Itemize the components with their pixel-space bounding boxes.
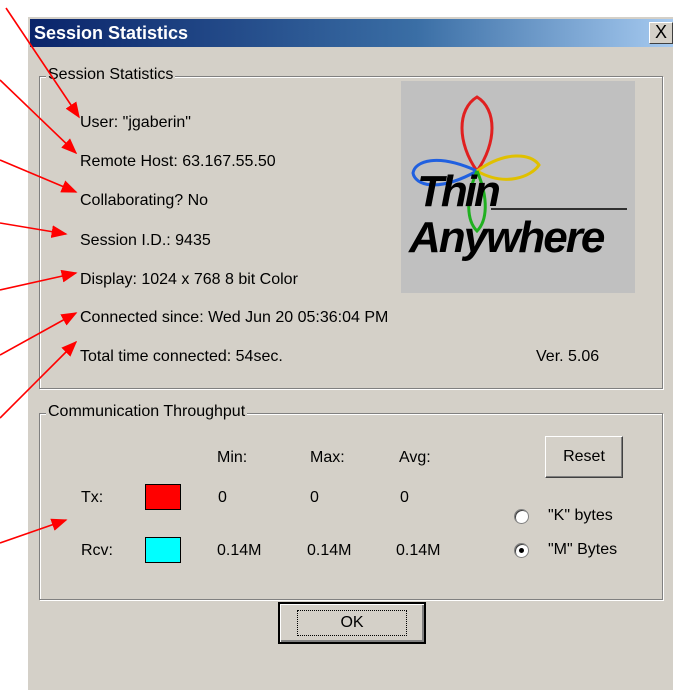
rcv-label: Rcv:: [81, 542, 113, 559]
display-text: Display: 1024 x 768 8 bit Color: [80, 271, 298, 288]
max-header: Max:: [310, 449, 345, 466]
reset-button-label: Reset: [563, 448, 605, 465]
ok-button[interactable]: OK: [278, 602, 426, 644]
tx-color-swatch: [145, 484, 181, 510]
communication-throughput-legend: Communication Throughput: [46, 403, 248, 421]
window-title: Session Statistics: [34, 23, 189, 43]
version-text: Ver. 5.06: [536, 348, 600, 365]
collaborating-text: Collaborating? No: [80, 192, 209, 209]
tx-min: 0: [218, 489, 227, 506]
title-bar: Session Statistics X: [30, 19, 673, 47]
session-id-text: Session I.D.: 9435: [80, 232, 211, 249]
min-header: Min:: [217, 449, 248, 466]
avg-header: Avg:: [399, 449, 431, 466]
k-bytes-radio[interactable]: [514, 509, 529, 524]
reset-button[interactable]: Reset: [545, 436, 623, 478]
rcv-avg: 0.14M: [396, 542, 441, 559]
session-statistics-legend: Session Statistics: [46, 66, 176, 84]
tx-max: 0: [310, 489, 319, 506]
user-text: User: "jgaberin": [80, 114, 191, 131]
k-bytes-label[interactable]: "K" bytes: [548, 507, 613, 525]
total-time-text: Total time connected: 54sec.: [80, 348, 283, 365]
m-bytes-radio[interactable]: [514, 543, 529, 558]
session-statistics-dialog: Session Statistics X Session Statistics …: [27, 16, 673, 690]
tx-label: Tx:: [81, 489, 104, 506]
radio-selected-dot: [519, 548, 524, 553]
m-bytes-label[interactable]: "M" Bytes: [548, 541, 617, 559]
close-button[interactable]: X: [649, 22, 673, 44]
rcv-min: 0.14M: [217, 542, 262, 559]
logo-word-anywhere: Anywhere: [409, 213, 605, 262]
close-icon: X: [654, 22, 667, 42]
thinanywhere-logo: Thin Anywhere: [401, 81, 635, 293]
tx-avg: 0: [400, 489, 409, 506]
rcv-max: 0.14M: [307, 542, 352, 559]
connected-since-text: Connected since: Wed Jun 20 05:36:04 PM: [80, 309, 389, 326]
remote-host-text: Remote Host: 63.167.55.50: [80, 153, 276, 170]
ok-button-label: OK: [297, 610, 407, 636]
rcv-color-swatch: [145, 537, 181, 563]
logo-word-thin: Thin: [417, 167, 501, 216]
